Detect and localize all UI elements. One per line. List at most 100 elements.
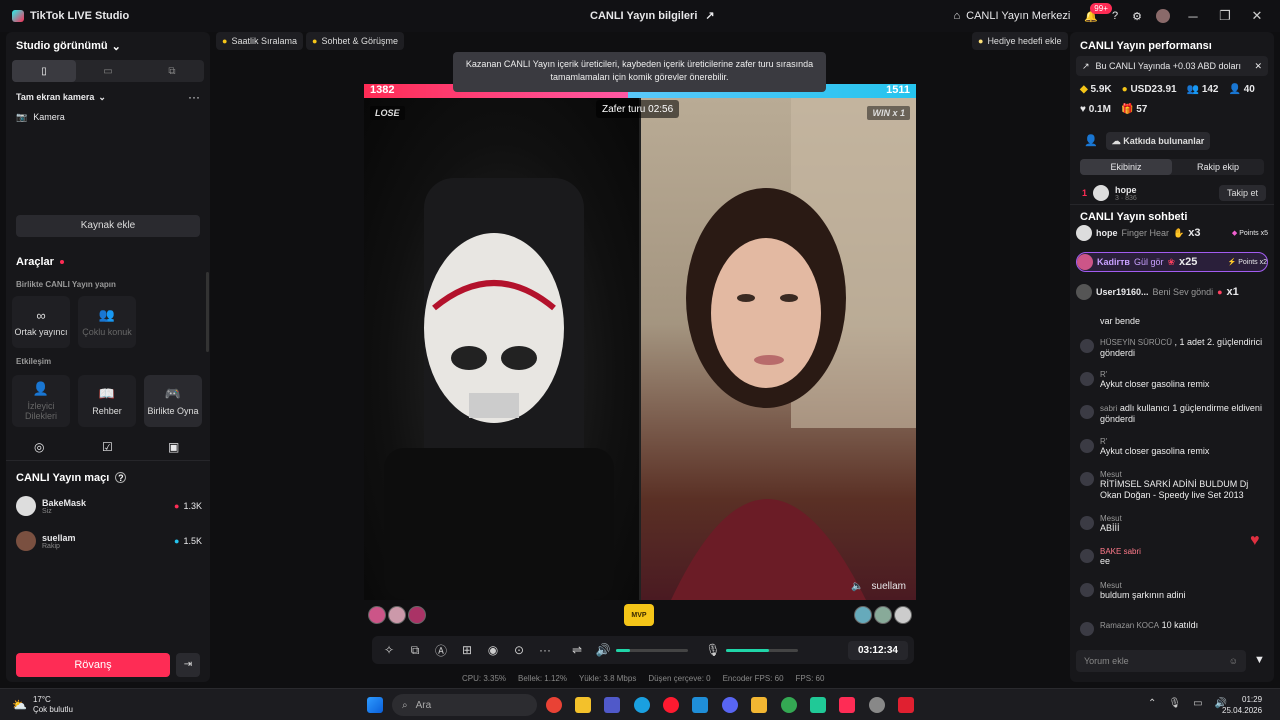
- filter-icon[interactable]: ▼: [1254, 654, 1265, 666]
- help-icon[interactable]: ?: [115, 472, 127, 483]
- tool-play-together[interactable]: 🎮 Birlikte Oyna: [144, 375, 202, 427]
- more-icon[interactable]: ···: [532, 643, 558, 657]
- windows-start-icon[interactable]: [367, 697, 383, 713]
- volume-slider[interactable]: [616, 648, 688, 652]
- split-view-button[interactable]: ⧉: [140, 60, 204, 82]
- source-camera[interactable]: 📷 Kamera: [16, 112, 65, 123]
- checklist-icon[interactable]: ☑: [102, 440, 113, 454]
- magic-wand-icon[interactable]: ✧: [376, 643, 402, 657]
- mic-slider[interactable]: [726, 648, 798, 652]
- add-source-button[interactable]: Kaynak ekle: [16, 215, 200, 237]
- landscape-view-button[interactable]: ▭: [76, 60, 140, 82]
- mail-icon[interactable]: [692, 697, 708, 713]
- close-icon[interactable]: ✕: [1254, 61, 1262, 72]
- stats-row-1: ◆ 5.9K ● USD23.91 👥 142 👤 40: [1080, 84, 1255, 95]
- studio-view-dropdown[interactable]: Studio görünümü ⌄: [16, 40, 121, 53]
- add-user-icon[interactable]: 👤: [1084, 134, 1098, 147]
- screenshot-icon[interactable]: ⊙: [506, 643, 532, 657]
- edge-icon[interactable]: [634, 697, 650, 713]
- avatar: [1080, 549, 1094, 563]
- comment-input[interactable]: Yorum ekle ☺: [1076, 650, 1246, 672]
- live-center-button[interactable]: ⌂ CANLI Yayın Merkezi: [954, 10, 1071, 22]
- emoji-icon[interactable]: ☺: [1229, 656, 1238, 666]
- heart-icon[interactable]: ♥: [1250, 532, 1260, 550]
- gift-event: User19160... Beni Sev göndi ● x1: [1076, 282, 1268, 302]
- gift-icon: 🎁: [1120, 104, 1134, 115]
- chrome-icon[interactable]: [546, 697, 562, 713]
- record-icon[interactable]: ◉: [480, 643, 506, 657]
- tools-scrollbar[interactable]: [206, 272, 209, 352]
- app-icon-2[interactable]: [869, 697, 885, 713]
- gifter-avatar[interactable]: [854, 606, 872, 624]
- close-button[interactable]: ✕: [1248, 8, 1266, 24]
- speaker-icon[interactable]: 🔈: [851, 581, 863, 592]
- fire-icon: ●: [222, 36, 228, 46]
- tool-multi-guest[interactable]: 👥 Çoklu konuk: [78, 296, 136, 348]
- tab-your-team[interactable]: Ekibiniz: [1080, 159, 1172, 175]
- tool-cohost[interactable]: ∞ Ortak yayıncı: [12, 296, 70, 348]
- leave-match-icon[interactable]: ⇥: [176, 653, 200, 677]
- ai-icon[interactable]: Ⓐ: [428, 642, 454, 659]
- message-text: ee: [1100, 556, 1111, 566]
- gift-goal-chip[interactable]: ● Hediye hedefi ekle: [972, 32, 1068, 50]
- app-icon[interactable]: [810, 697, 826, 713]
- home-icon: ⌂: [953, 10, 961, 22]
- box-icon[interactable]: ▣: [168, 440, 179, 454]
- elapsed-time: 03:12:34: [847, 640, 908, 660]
- tool-guide[interactable]: 📖 Rehber: [78, 375, 136, 427]
- live-info-button[interactable]: CANLI Yayın bilgileri ↗: [590, 9, 715, 23]
- gear-icon[interactable]: ⚙: [1132, 10, 1142, 23]
- rematch-button[interactable]: Rövanş: [16, 653, 170, 677]
- more-options-icon[interactable]: ···: [188, 90, 200, 104]
- tool-viewer-requests[interactable]: 👤 İzleyici Dilekleri: [12, 375, 70, 427]
- contributors-button[interactable]: ☁ Katkıda bulunanlar: [1106, 132, 1210, 150]
- tab-rival-team[interactable]: Rakip ekip: [1172, 159, 1264, 175]
- cloud-icon: ⛅: [12, 698, 27, 712]
- video-app-icon[interactable]: [898, 697, 914, 713]
- gamepad-user-icon: 🎮: [164, 386, 182, 401]
- chat-call-chip[interactable]: ● Sohbet & Görüşme: [306, 32, 404, 50]
- gifter-avatar[interactable]: [874, 606, 892, 624]
- equalizer-icon[interactable]: ⇌: [564, 643, 590, 657]
- chevron-up-icon[interactable]: ⌃: [1148, 698, 1156, 709]
- microphone-icon[interactable]: 🎙: [1168, 698, 1181, 709]
- message-text: adlı kullanıcı 1 güçlendirme eldiveni gö…: [1100, 403, 1262, 424]
- scene-dropdown[interactable]: Tam ekran kamera ⌄: [16, 92, 106, 103]
- avatar: [1080, 339, 1094, 353]
- match-title-label: CANLI Yayın maçı: [16, 472, 110, 484]
- layout-icon[interactable]: ⊞: [454, 643, 480, 657]
- clock[interactable]: 01:29 25.04.2026: [1222, 694, 1262, 716]
- hourly-ranking-chip[interactable]: ● Saatlik Sıralama: [216, 32, 303, 50]
- monitor-icon[interactable]: ▭: [1193, 698, 1202, 709]
- chrome-alt-icon[interactable]: [781, 697, 797, 713]
- discord-icon[interactable]: [722, 697, 738, 713]
- chat-message: Mesut ABİİİ: [1080, 514, 1268, 534]
- weather-widget[interactable]: ⛅ 17°C Çok bulutlu: [12, 695, 73, 715]
- folder-icon[interactable]: [751, 697, 767, 713]
- heart-icon: ●: [174, 501, 180, 511]
- minimize-button[interactable]: ─: [1184, 9, 1202, 24]
- portrait-view-button[interactable]: ▯: [12, 60, 76, 82]
- gifter-avatar[interactable]: [894, 606, 912, 624]
- gifter-avatar[interactable]: [408, 606, 426, 624]
- tiktok-studio-icon[interactable]: [839, 697, 855, 713]
- notifications-button[interactable]: 🔔 99+: [1084, 2, 1112, 23]
- effects-icon[interactable]: ⧉: [402, 643, 428, 658]
- help-icon[interactable]: ?: [1112, 10, 1118, 22]
- gifter-avatar[interactable]: [388, 606, 406, 624]
- follow-button[interactable]: Takip et: [1218, 185, 1266, 201]
- microphone-icon[interactable]: 🎙: [700, 643, 726, 657]
- profile-avatar[interactable]: [1156, 9, 1170, 23]
- stream-controls: ✧ ⧉ Ⓐ ⊞ ◉ ⊙ ··· ⇌ 🔊 🎙 03:12:34: [372, 636, 914, 664]
- file-manager-icon[interactable]: [575, 697, 591, 713]
- gifter-avatar[interactable]: [368, 606, 386, 624]
- chat-message: Ramazan KOCA 10 katıldı: [1080, 620, 1268, 636]
- maximize-button[interactable]: ❐: [1216, 8, 1234, 24]
- tool-guide-label: Rehber: [92, 406, 122, 416]
- volume-icon[interactable]: 🔊: [590, 643, 616, 657]
- target-icon[interactable]: ◎: [34, 440, 44, 454]
- opera-icon[interactable]: [663, 697, 679, 713]
- taskbar-search[interactable]: ⌕ Ara: [392, 694, 537, 716]
- teams-icon[interactable]: [604, 697, 620, 713]
- new-user-icon: 👤: [1228, 84, 1241, 95]
